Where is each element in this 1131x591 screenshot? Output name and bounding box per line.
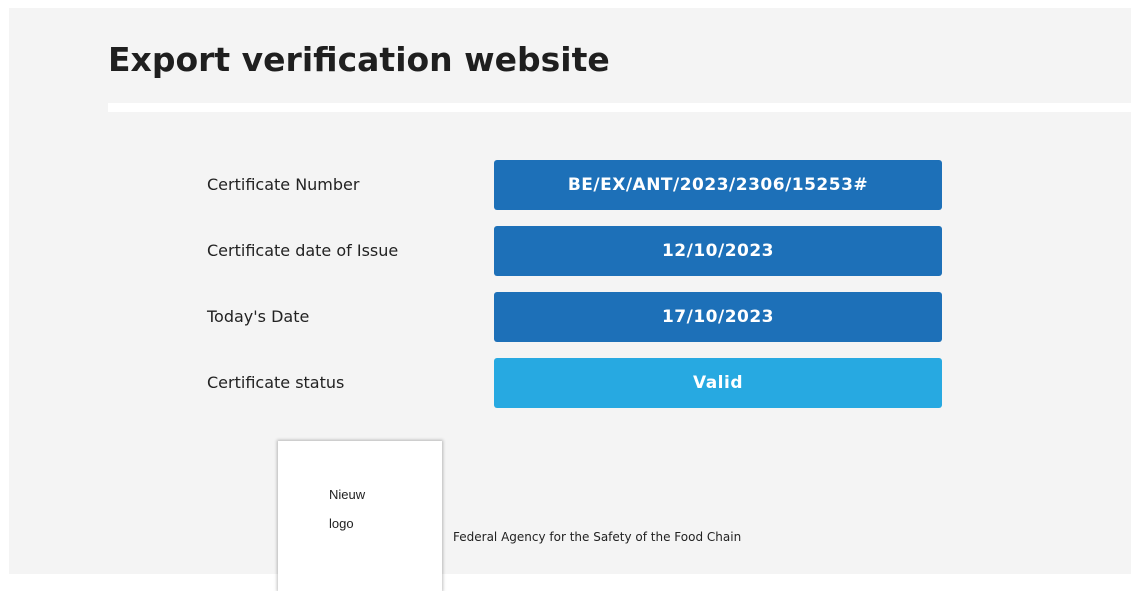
todays-date-row: Today's Date 17/10/2023 xyxy=(0,292,1131,342)
certificate-status-label: Certificate status xyxy=(207,373,345,392)
logo-text-line2: logo xyxy=(329,516,354,531)
todays-date-label: Today's Date xyxy=(207,307,310,326)
certificate-issue-date-row: Certificate date of Issue 12/10/2023 xyxy=(0,226,1131,276)
todays-date-value: 17/10/2023 xyxy=(494,292,942,342)
logo-text-line1: Nieuw xyxy=(329,487,366,502)
certificate-number-value: BE/EX/ANT/2023/2306/15253# xyxy=(494,160,942,210)
title-divider xyxy=(108,103,1131,112)
agency-logo-placeholder: Nieuw logo xyxy=(278,441,442,591)
certificate-number-label: Certificate Number xyxy=(207,175,360,194)
certificate-status-row: Certificate status Valid xyxy=(0,358,1131,408)
page-title: Export verification website xyxy=(108,40,610,79)
page-panel xyxy=(9,8,1131,574)
certificate-status-value: Valid xyxy=(494,358,942,408)
certificate-number-row: Certificate Number BE/EX/ANT/2023/2306/1… xyxy=(0,160,1131,210)
certificate-issue-date-label: Certificate date of Issue xyxy=(207,241,399,260)
agency-name: Federal Agency for the Safety of the Foo… xyxy=(453,530,742,544)
certificate-issue-date-value: 12/10/2023 xyxy=(494,226,942,276)
